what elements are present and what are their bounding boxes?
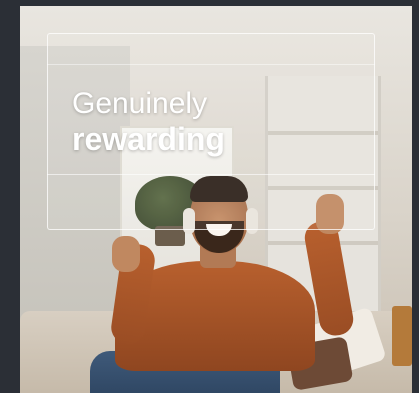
headline-line-2: rewarding: [72, 121, 225, 158]
photo-person-left-hand: [112, 236, 140, 272]
frame-divider-top: [47, 64, 375, 65]
frame-divider-bottom: [47, 174, 375, 175]
headline-line-1: Genuinely: [72, 87, 208, 120]
photo-lamp: [392, 306, 412, 366]
hero-card: Genuinely rewarding: [20, 6, 412, 393]
hero-headline: Genuinely rewarding: [72, 86, 225, 159]
